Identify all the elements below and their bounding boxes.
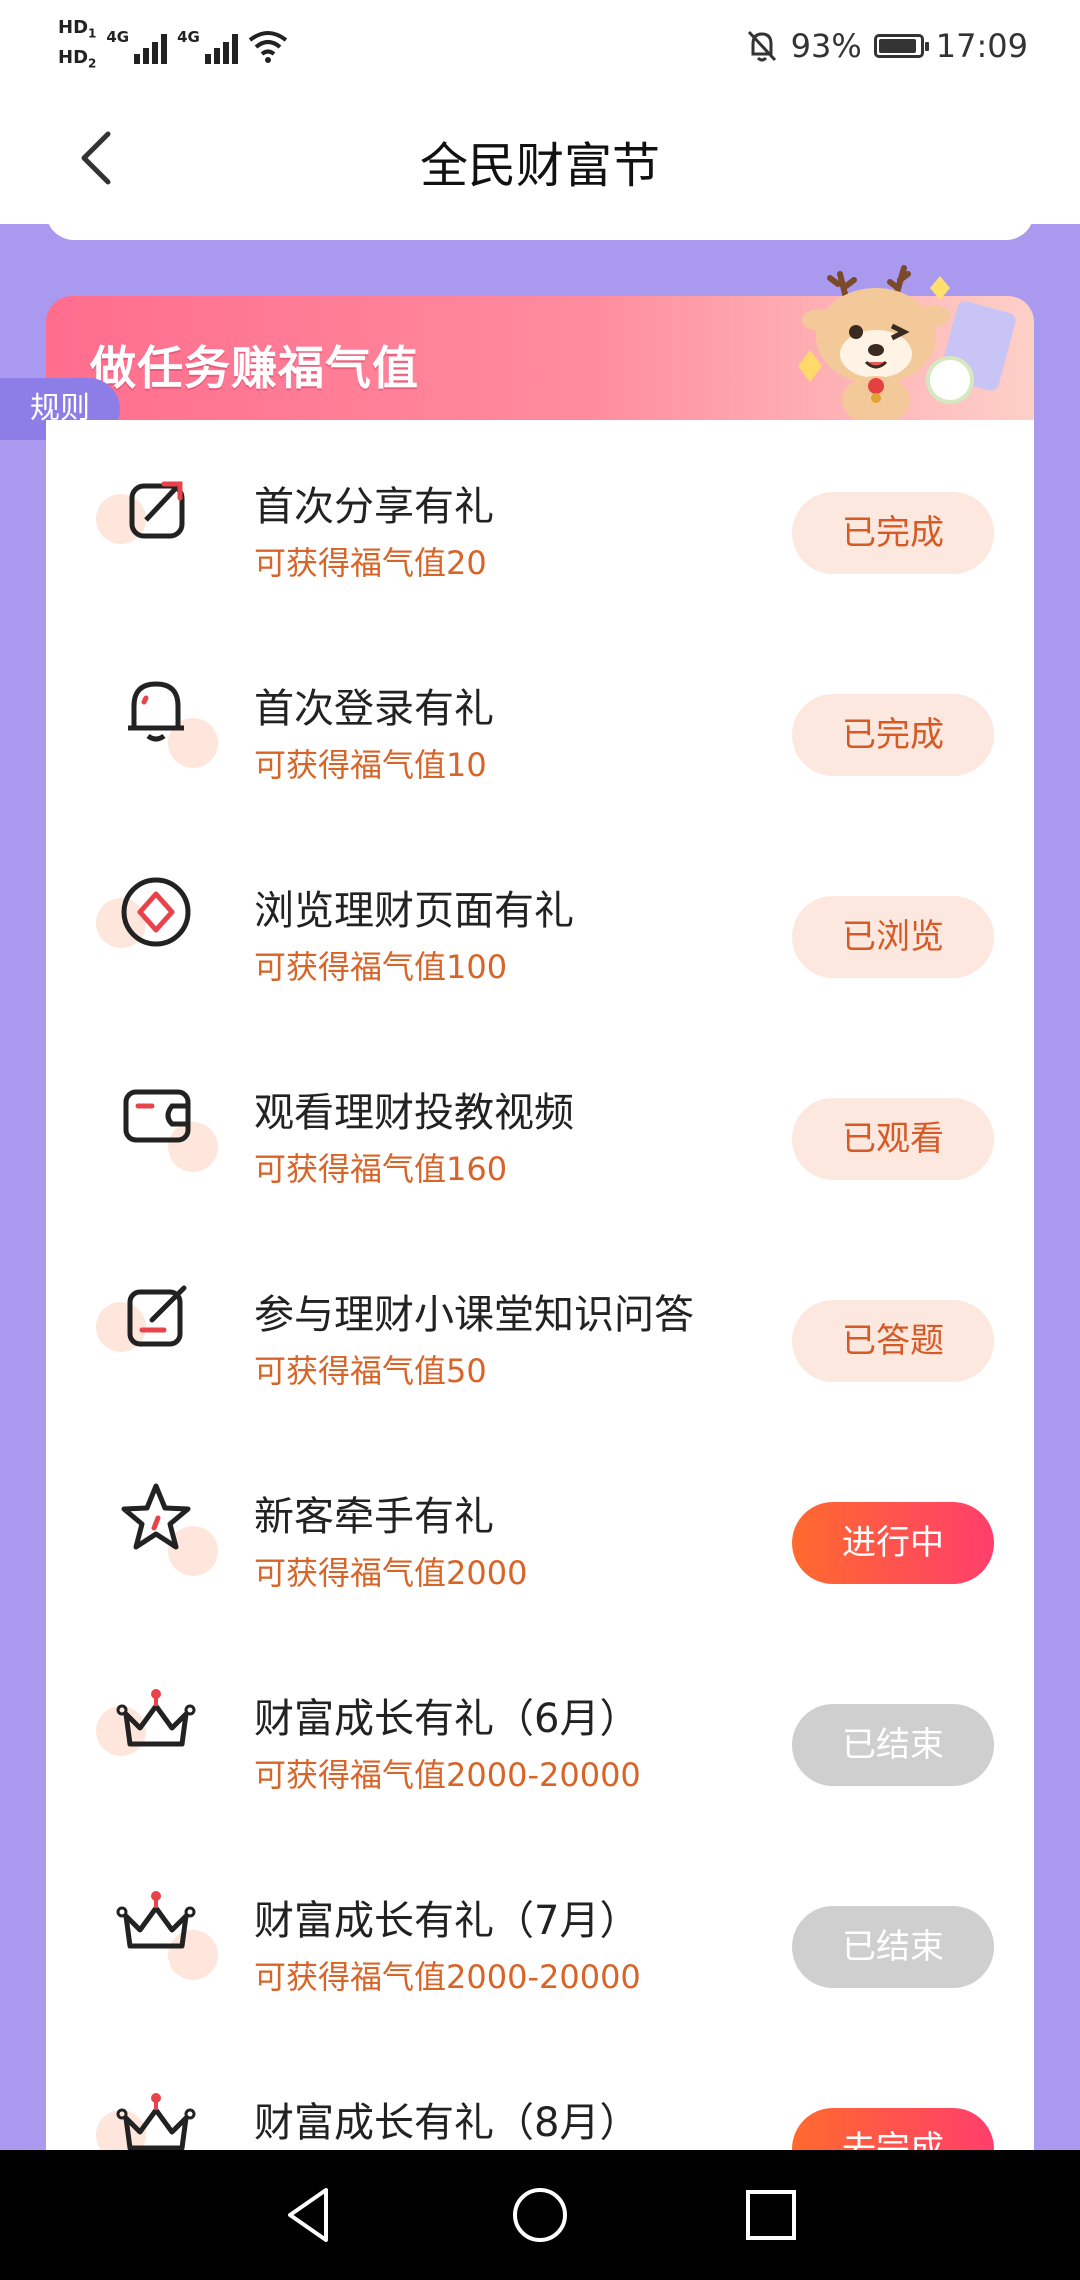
task-status-button[interactable]: 已结束	[792, 1906, 994, 1988]
task-row: 观看理财投教视频可获得福气值160 已观看	[46, 1026, 1034, 1228]
task-status-button[interactable]: 已结束	[792, 1704, 994, 1786]
task-reward: 可获得福气值100	[254, 948, 508, 986]
task-status-button[interactable]: 已完成	[792, 492, 994, 574]
task-row: 新客牵手有礼可获得福气值2000 进行中	[46, 1430, 1034, 1632]
task-reward: 可获得福气值50	[254, 1352, 487, 1390]
task-row: 浏览理财页面有礼可获得福气值100 已浏览	[46, 824, 1034, 1026]
nav-home-icon[interactable]	[507, 2182, 573, 2248]
task-row: 首次登录有礼可获得福气值10 已完成	[46, 622, 1034, 824]
task-row: 首次分享有礼可获得福气值20 已完成	[46, 420, 1034, 622]
task-reward: 可获得福气值2000-20000	[254, 1958, 641, 1996]
task-title: 参与理财小课堂知识问答	[254, 1292, 694, 1338]
task-reward: 可获得福气值160	[254, 1150, 508, 1188]
wifi-icon	[248, 31, 288, 63]
mute-notification-icon	[747, 30, 776, 62]
page-title: 全民财富节	[419, 138, 660, 194]
signal-icon-2: 4G	[177, 28, 238, 64]
task-status-button[interactable]: 已观看	[792, 1098, 994, 1180]
task-list: 首次分享有礼 可获得福气值20 已完成 首次登录有礼 可获得福气值10 已完成 浏览理财页面…	[46, 420, 1034, 2150]
nav-recents-icon[interactable]	[738, 2182, 804, 2248]
hd2-label: HD	[58, 47, 89, 68]
crown-icon	[106, 1872, 218, 1980]
hd1-sub: 1	[88, 27, 97, 41]
task-row: 参与理财小课堂知识问答可获得福气值50 已答题	[46, 1228, 1034, 1430]
task-title: 观看理财投教视频	[254, 1090, 574, 1136]
wallet-icon	[106, 1064, 218, 1172]
network-label-1: 4G	[106, 28, 130, 46]
task-reward: 可获得福气值2000	[254, 1554, 528, 1592]
task-reward: 可获得福气值2000-20000	[254, 1756, 641, 1794]
task-row: 财富成长有礼（8月） 去完成	[46, 2036, 1034, 2150]
nav-back-icon[interactable]	[276, 2182, 342, 2248]
bell-icon	[106, 660, 218, 768]
task-status-button[interactable]: 已完成	[792, 694, 994, 776]
task-title: 新客牵手有礼	[254, 1494, 494, 1540]
compass-icon	[96, 862, 206, 962]
share-icon	[96, 458, 206, 558]
status-bar-left: HD1 HD2 4G 4G	[58, 14, 288, 78]
banner-title: 做任务赚福气值	[90, 341, 419, 395]
task-title: 首次登录有礼	[254, 686, 494, 732]
task-reward: 可获得福气值10	[254, 746, 487, 784]
battery-icon	[873, 34, 929, 58]
previous-card-bottom	[46, 190, 1034, 240]
hd1-label: HD	[58, 17, 89, 39]
star-icon	[106, 1468, 218, 1576]
edit-icon	[96, 1266, 206, 1366]
task-status-button[interactable]: 已浏览	[792, 896, 994, 978]
network-label-2: 4G	[177, 28, 200, 46]
signal-icon-1: 4G	[106, 28, 168, 64]
crown-icon	[96, 1670, 206, 1770]
task-title: 首次分享有礼	[254, 484, 494, 530]
task-reward: 可获得福气值20	[254, 544, 487, 582]
crown-icon	[96, 2074, 206, 2150]
task-status-button[interactable]: 已答题	[792, 1300, 994, 1382]
clock: 17:09	[935, 27, 1028, 65]
task-title: 浏览理财页面有礼	[254, 888, 574, 934]
status-bar: HD1 HD2 4G 4G 93% 17:09	[0, 0, 1080, 92]
task-row: 财富成长有礼（6月） 可获得福气值2000-20000 已结束	[46, 1632, 1034, 1834]
deer-mascot-illustration	[798, 265, 1016, 424]
task-title: 财富成长有礼（8月）	[254, 2100, 640, 2146]
task-row: 财富成长有礼（7月） 可获得福气值2000-20000 已结束	[46, 1834, 1034, 2036]
task-title: 财富成长有礼（7月）	[254, 1898, 640, 1944]
task-status-button[interactable]: 去完成	[792, 2108, 994, 2150]
hd-indicators: HD1 HD2	[58, 18, 96, 73]
battery-percent: 93%	[790, 27, 862, 65]
status-bar-right: 93% 17:09	[745, 22, 1028, 70]
task-status-button[interactable]: 进行中	[792, 1502, 994, 1584]
hd2-sub: 2	[88, 56, 97, 71]
task-title: 财富成长有礼（6月）	[254, 1696, 640, 1742]
system-nav-bar	[0, 2150, 1080, 2280]
